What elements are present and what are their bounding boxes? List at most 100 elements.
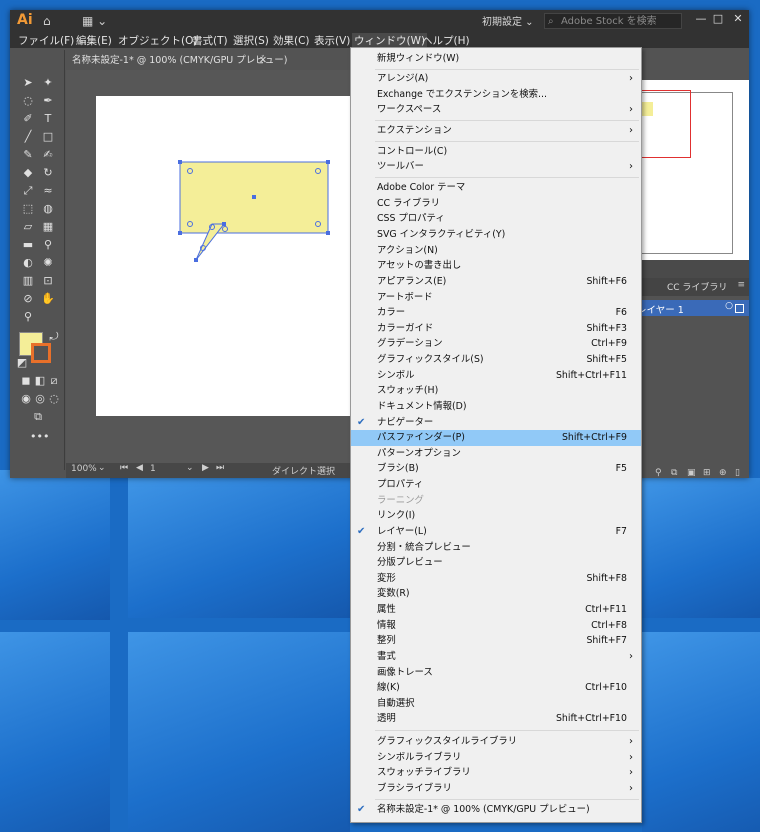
panel-menu-icon[interactable]: ≡: [737, 280, 745, 290]
next-artboard-icon[interactable]: ▶: [202, 463, 209, 473]
menu-window[interactable]: ウィンドウ(W): [352, 33, 428, 48]
menu-item[interactable]: 自動選択: [351, 696, 641, 712]
menu-effect[interactable]: 効果(C): [273, 33, 310, 48]
rectangle-tool-icon[interactable]: □: [40, 130, 56, 144]
menu-item[interactable]: SVG インタラクティビティ(Y): [351, 227, 641, 243]
menu-item[interactable]: 画像トレース: [351, 665, 641, 681]
perspective-grid-icon[interactable]: ▱: [20, 220, 36, 234]
navigator-panel[interactable]: [625, 80, 749, 260]
menu-item[interactable]: アレンジ(A) ›: [351, 71, 641, 87]
menu-item[interactable]: パターンオプション: [351, 446, 641, 462]
zoom-dropdown-icon[interactable]: ⌄: [98, 463, 106, 473]
menu-item[interactable]: アートボード: [351, 290, 641, 306]
menu-item[interactable]: 線(K) Ctrl+F10: [351, 680, 641, 696]
artboard-number[interactable]: 1: [150, 464, 156, 474]
free-transform-icon[interactable]: ⬚: [20, 202, 36, 216]
stroke-swatch[interactable]: [31, 343, 51, 363]
menu-item[interactable]: グラフィックスタイルライブラリ ›: [351, 734, 641, 750]
menu-item[interactable]: エクステンション ›: [351, 123, 641, 139]
last-artboard-icon[interactable]: ⏭: [216, 463, 224, 473]
paintbrush-tool-icon[interactable]: ✎: [20, 148, 36, 162]
menu-help[interactable]: ヘルプ(H): [422, 33, 470, 48]
menu-item[interactable]: 属性 Ctrl+F11: [351, 602, 641, 618]
layer-target-icon[interactable]: ○: [725, 301, 733, 311]
menu-item[interactable]: シンボルライブラリ ›: [351, 750, 641, 766]
menu-type[interactable]: 書式(T): [192, 33, 228, 48]
scale-tool-icon[interactable]: ⤢: [20, 184, 36, 198]
menu-item[interactable]: ✔ ナビゲーター: [351, 415, 641, 431]
menu-view[interactable]: 表示(V): [314, 33, 350, 48]
home-icon[interactable]: ⌂: [43, 14, 51, 28]
status-tool[interactable]: ダイレクト選択: [272, 464, 335, 477]
first-artboard-icon[interactable]: ⏮: [120, 463, 128, 473]
new-layer-icon[interactable]: ⊕: [719, 468, 727, 478]
menu-item[interactable]: CC ライブラリ: [351, 196, 641, 212]
menu-item[interactable]: スウォッチ(H): [351, 383, 641, 399]
menu-item[interactable]: アセットの書き出し: [351, 258, 641, 274]
menu-edit[interactable]: 編集(E): [76, 33, 112, 48]
menu-item[interactable]: グラフィックスタイル(S) Shift+F5: [351, 352, 641, 368]
clipping-mask-icon[interactable]: ▣: [687, 468, 696, 478]
tab-cc-libraries[interactable]: CC ライブラリ: [667, 280, 727, 293]
blend-tool-icon[interactable]: ◐: [20, 256, 36, 270]
close-tab-icon[interactable]: ✕: [259, 52, 267, 70]
menu-item[interactable]: コントロール(C): [351, 144, 641, 160]
menu-file[interactable]: ファイル(F): [18, 33, 74, 48]
menu-item[interactable]: ドキュメント情報(D): [351, 399, 641, 415]
menu-item[interactable]: ブラシライブラリ ›: [351, 781, 641, 797]
menu-item[interactable]: プロパティ: [351, 477, 641, 493]
blob-brush-icon[interactable]: ✍: [40, 148, 56, 162]
menu-item[interactable]: 変数(R): [351, 586, 641, 602]
menu-select[interactable]: 選択(S): [233, 33, 269, 48]
slice-tool-icon[interactable]: ⊘: [20, 292, 36, 306]
collect-export-icon[interactable]: ⧉: [671, 468, 677, 478]
menu-item[interactable]: シンボル Shift+Ctrl+F11: [351, 368, 641, 384]
eyedropper-icon[interactable]: ⚲: [40, 238, 56, 252]
arrange-documents-icon[interactable]: ▦ ⌄: [82, 14, 107, 28]
menu-item[interactable]: 透明 Shift+Ctrl+F10: [351, 711, 641, 727]
navigator-zoom-slider[interactable]: [625, 260, 749, 278]
menu-item[interactable]: アクション(N): [351, 243, 641, 259]
menu-item[interactable]: カラー F6: [351, 305, 641, 321]
line-tool-icon[interactable]: ╱: [20, 130, 36, 144]
type-tool-icon[interactable]: T: [40, 112, 56, 126]
menu-item[interactable]: Adobe Color テーマ: [351, 180, 641, 196]
menu-item[interactable]: カラーガイド Shift+F3: [351, 321, 641, 337]
pen-tool-icon[interactable]: ✒: [40, 94, 56, 108]
maximize-icon[interactable]: □: [707, 10, 729, 30]
menu-item[interactable]: ワークスペース ›: [351, 102, 641, 118]
selection-tool-icon[interactable]: ➤: [20, 76, 36, 90]
navigator-view-frame[interactable]: [635, 90, 691, 158]
menu-item[interactable]: グラデーション Ctrl+F9: [351, 336, 641, 352]
symbol-sprayer-icon[interactable]: ✺: [40, 256, 56, 270]
more-tools-icon[interactable]: •••: [30, 430, 49, 444]
magic-wand-icon[interactable]: ✦: [40, 76, 56, 90]
menu-item-highlighted[interactable]: パスファインダー(P) Shift+Ctrl+F9: [351, 430, 641, 446]
menu-item[interactable]: 新規ウィンドウ(W): [351, 51, 641, 67]
stock-search-input[interactable]: ⌕ Adobe Stock を検索: [544, 13, 682, 29]
menu-item[interactable]: ツールバー ›: [351, 159, 641, 175]
menu-item[interactable]: アピアランス(E) Shift+F6: [351, 274, 641, 290]
menu-object[interactable]: オブジェクト(O): [118, 33, 197, 48]
canvas-area[interactable]: [66, 70, 351, 465]
new-sublayer-icon[interactable]: ⊞: [703, 468, 711, 478]
layer-name[interactable]: レイヤー 1: [637, 302, 684, 316]
zoom-tool-icon[interactable]: ⚲: [20, 310, 36, 324]
menu-item[interactable]: リンク(I): [351, 508, 641, 524]
screen-mode-icon[interactable]: ⧉: [30, 410, 46, 424]
workspace-switcher[interactable]: 初期設定 ⌄: [482, 13, 534, 28]
gradient-tool-icon[interactable]: ▬: [20, 238, 36, 252]
menu-item[interactable]: 変形 Shift+F8: [351, 571, 641, 587]
artboard[interactable]: [96, 96, 351, 416]
warp-tool-icon[interactable]: ≈: [40, 184, 56, 198]
graph-tool-icon[interactable]: ▥: [20, 274, 36, 288]
artboard-dropdown-icon[interactable]: ⌄: [186, 463, 194, 473]
layer-row[interactable]: レイヤー 1 ○: [625, 300, 749, 316]
prev-artboard-icon[interactable]: ◀: [136, 463, 143, 473]
hand-tool-icon[interactable]: ✋: [40, 292, 56, 306]
menu-item[interactable]: CSS プロパティ: [351, 211, 641, 227]
artboard-tool-icon[interactable]: ⊡: [40, 274, 56, 288]
menu-item[interactable]: スウォッチライブラリ ›: [351, 765, 641, 781]
draw-inside-icon[interactable]: ◌: [46, 392, 62, 406]
menu-item[interactable]: 書式 ›: [351, 649, 641, 665]
